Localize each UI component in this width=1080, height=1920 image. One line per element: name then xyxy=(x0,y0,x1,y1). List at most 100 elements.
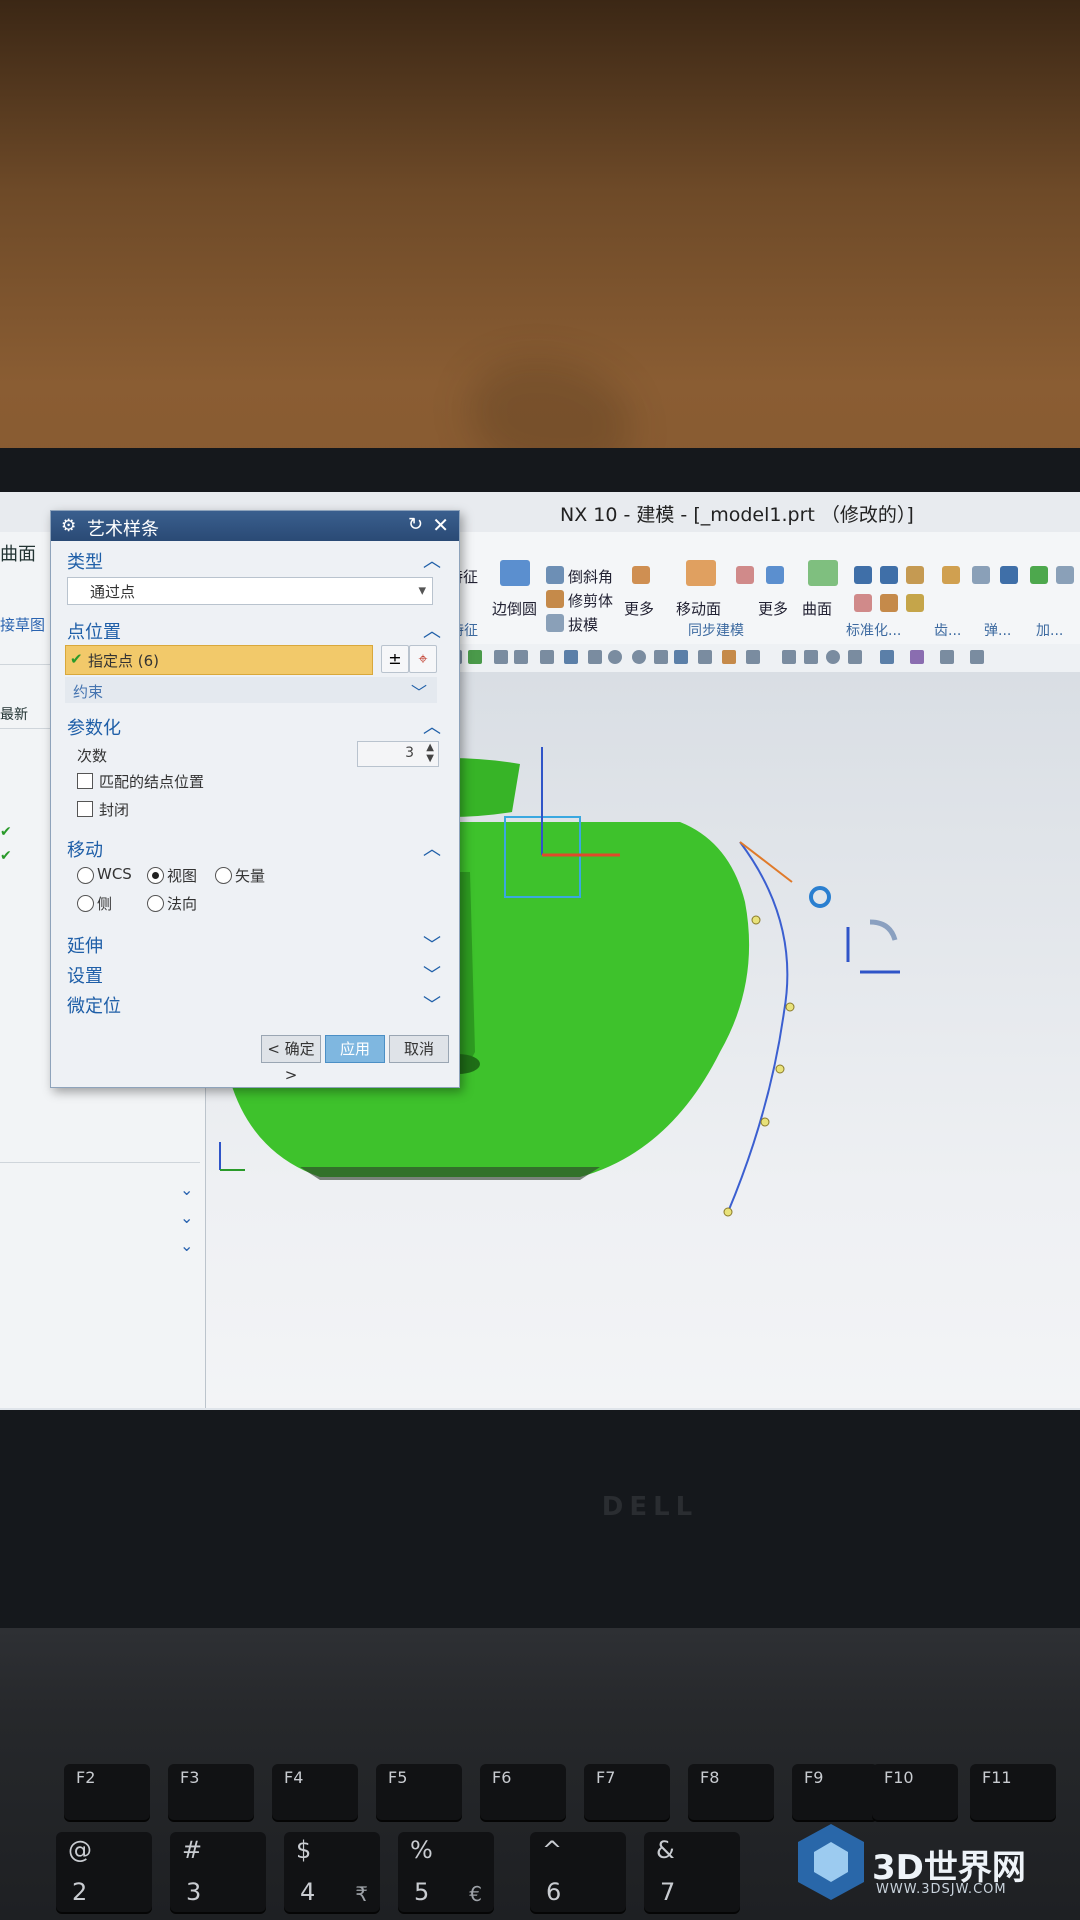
center-point-icon[interactable] xyxy=(632,650,646,664)
ribbon-more-2[interactable]: 更多 xyxy=(758,598,788,619)
standard-icon-3[interactable] xyxy=(906,566,924,584)
section-fine-position[interactable]: 微定位 ﹀ xyxy=(63,989,447,1017)
type-select[interactable]: 通过点 ▾ xyxy=(67,577,433,605)
rotate-icon[interactable] xyxy=(826,650,840,664)
nav-expand-icon-2[interactable]: ⌄ xyxy=(180,1208,193,1227)
move-side-radio[interactable] xyxy=(77,895,94,912)
section-move[interactable]: 移动 ︿ xyxy=(63,833,447,861)
apply-button[interactable]: 应用 xyxy=(325,1035,385,1063)
trim-body-icon[interactable] xyxy=(546,590,564,608)
expand-icon[interactable]: ﹀ xyxy=(423,931,441,957)
spline-point-5[interactable] xyxy=(723,1207,733,1217)
circle-point-icon[interactable] xyxy=(608,650,622,664)
expand-icon[interactable]: ﹀ xyxy=(411,679,427,703)
move-face-icon[interactable] xyxy=(686,560,716,586)
surface-icon[interactable] xyxy=(808,560,838,586)
closed-checkbox[interactable] xyxy=(77,801,93,817)
cancel-button[interactable]: 取消 xyxy=(389,1035,449,1063)
constraint-row[interactable]: 约束 ﹀ xyxy=(65,677,437,703)
layer-icon[interactable] xyxy=(848,650,862,664)
move-normal-radio[interactable] xyxy=(147,895,164,912)
section-extend[interactable]: 延伸 ﹀ xyxy=(63,929,447,957)
plus-point-icon[interactable] xyxy=(654,650,668,664)
collapse-icon[interactable]: ︿ xyxy=(423,835,441,861)
ribbon-draft[interactable]: 拔模 xyxy=(568,614,598,635)
nav-sketch-link[interactable]: 接草图 xyxy=(0,614,45,635)
view-icon[interactable] xyxy=(782,650,796,664)
collapse-icon[interactable]: ︿ xyxy=(423,713,441,739)
more-icon[interactable] xyxy=(632,566,650,584)
spin-arrows-icon[interactable]: ▲ ▼ xyxy=(426,742,434,764)
arrow-icon[interactable] xyxy=(698,650,712,664)
spline-point-1[interactable] xyxy=(751,915,761,925)
expand-icon[interactable]: ﹀ xyxy=(423,991,441,1017)
window-title: NX 10 - 建模 - [_model1.prt （修改的）] xyxy=(560,504,914,526)
edge-blend-icon[interactable] xyxy=(500,560,530,586)
match-knots-checkbox[interactable] xyxy=(77,773,93,789)
spline-point-2[interactable] xyxy=(785,1002,795,1012)
point-snap-icon[interactable]: ⌖ xyxy=(409,645,437,673)
spline-icon[interactable] xyxy=(564,650,578,664)
expand-icon[interactable]: ﹀ xyxy=(423,961,441,987)
ribbon-trim-body[interactable]: 修剪体 xyxy=(568,590,613,611)
filter-icon[interactable] xyxy=(468,650,482,664)
chevron-down-icon[interactable]: ▾ xyxy=(418,581,426,599)
sync-tool-icon-2[interactable] xyxy=(766,566,784,584)
key-f3: F3 xyxy=(168,1764,254,1820)
nav-tab-surface[interactable]: 曲面 xyxy=(0,540,36,566)
misc-tool-icon[interactable] xyxy=(1056,566,1074,584)
ribbon-move-face[interactable]: 移动面 xyxy=(676,598,721,619)
line-icon-2[interactable] xyxy=(514,650,528,664)
rotate-handle-icon[interactable] xyxy=(809,886,831,908)
view-icon-2[interactable] xyxy=(804,650,818,664)
key-5: % 5 € xyxy=(398,1832,494,1912)
degree-spinner[interactable]: 3 ▲ ▼ xyxy=(357,741,439,767)
standard-icon-6[interactable] xyxy=(906,594,924,612)
cube-icon[interactable] xyxy=(940,650,954,664)
reset-icon[interactable]: ↻ xyxy=(408,514,423,535)
key-f11: F11 xyxy=(970,1764,1056,1820)
ribbon-surface[interactable]: 曲面 xyxy=(802,598,832,619)
standard-icon-4[interactable] xyxy=(854,594,872,612)
ribbon-chamfer[interactable]: 倒斜角 xyxy=(568,566,613,587)
line-icon[interactable] xyxy=(494,650,508,664)
rotate-arc-icon[interactable] xyxy=(869,919,898,941)
settings-icon[interactable] xyxy=(970,650,984,664)
move-wcs-radio[interactable] xyxy=(77,867,94,884)
specify-point-row[interactable]: ✔ 指定点 (6) xyxy=(65,645,373,675)
close-icon[interactable]: ✕ xyxy=(432,513,449,537)
sync-tool-icon[interactable] xyxy=(736,566,754,584)
move-vector-radio[interactable] xyxy=(215,867,232,884)
check-tool-icon[interactable] xyxy=(1030,566,1048,584)
angle-icon[interactable] xyxy=(588,650,602,664)
section-settings[interactable]: 设置 ﹀ xyxy=(63,959,447,987)
draft-icon[interactable] xyxy=(546,614,564,632)
render-icon[interactable] xyxy=(880,650,894,664)
display-icon[interactable] xyxy=(910,650,924,664)
section-point-position[interactable]: 点位置 ︿ xyxy=(63,615,447,643)
spline-point-3[interactable] xyxy=(775,1064,785,1074)
slash-icon[interactable] xyxy=(674,650,688,664)
nav-expand-icon-3[interactable]: ⌄ xyxy=(180,1236,193,1255)
gear-tool-icon[interactable] xyxy=(942,566,960,584)
point-dialog-icon[interactable]: ± xyxy=(381,645,409,673)
standard-icon-2[interactable] xyxy=(880,566,898,584)
ok-button[interactable]: < 确定 > xyxy=(261,1035,321,1084)
section-type[interactable]: 类型 ︿ xyxy=(63,545,447,573)
spring-tool-icon[interactable] xyxy=(972,566,990,584)
edit-icon[interactable] xyxy=(722,650,736,664)
section-parameterization[interactable]: 参数化 ︿ xyxy=(63,711,447,739)
chamfer-icon[interactable] xyxy=(546,566,564,584)
ribbon-more-1[interactable]: 更多 xyxy=(624,598,654,619)
collapse-icon[interactable]: ︿ xyxy=(423,617,441,643)
nav-expand-icon[interactable]: ⌄ xyxy=(180,1180,193,1199)
point-icon[interactable] xyxy=(746,650,760,664)
curve-icon[interactable] xyxy=(540,650,554,664)
standard-icon-5[interactable] xyxy=(880,594,898,612)
process-tool-icon[interactable] xyxy=(1000,566,1018,584)
move-view-radio[interactable] xyxy=(147,867,164,884)
standard-icon[interactable] xyxy=(854,566,872,584)
ribbon-edge-blend[interactable]: 边倒圆 xyxy=(492,598,537,619)
spline-point-4[interactable] xyxy=(760,1117,770,1127)
collapse-icon[interactable]: ︿ xyxy=(423,547,441,573)
